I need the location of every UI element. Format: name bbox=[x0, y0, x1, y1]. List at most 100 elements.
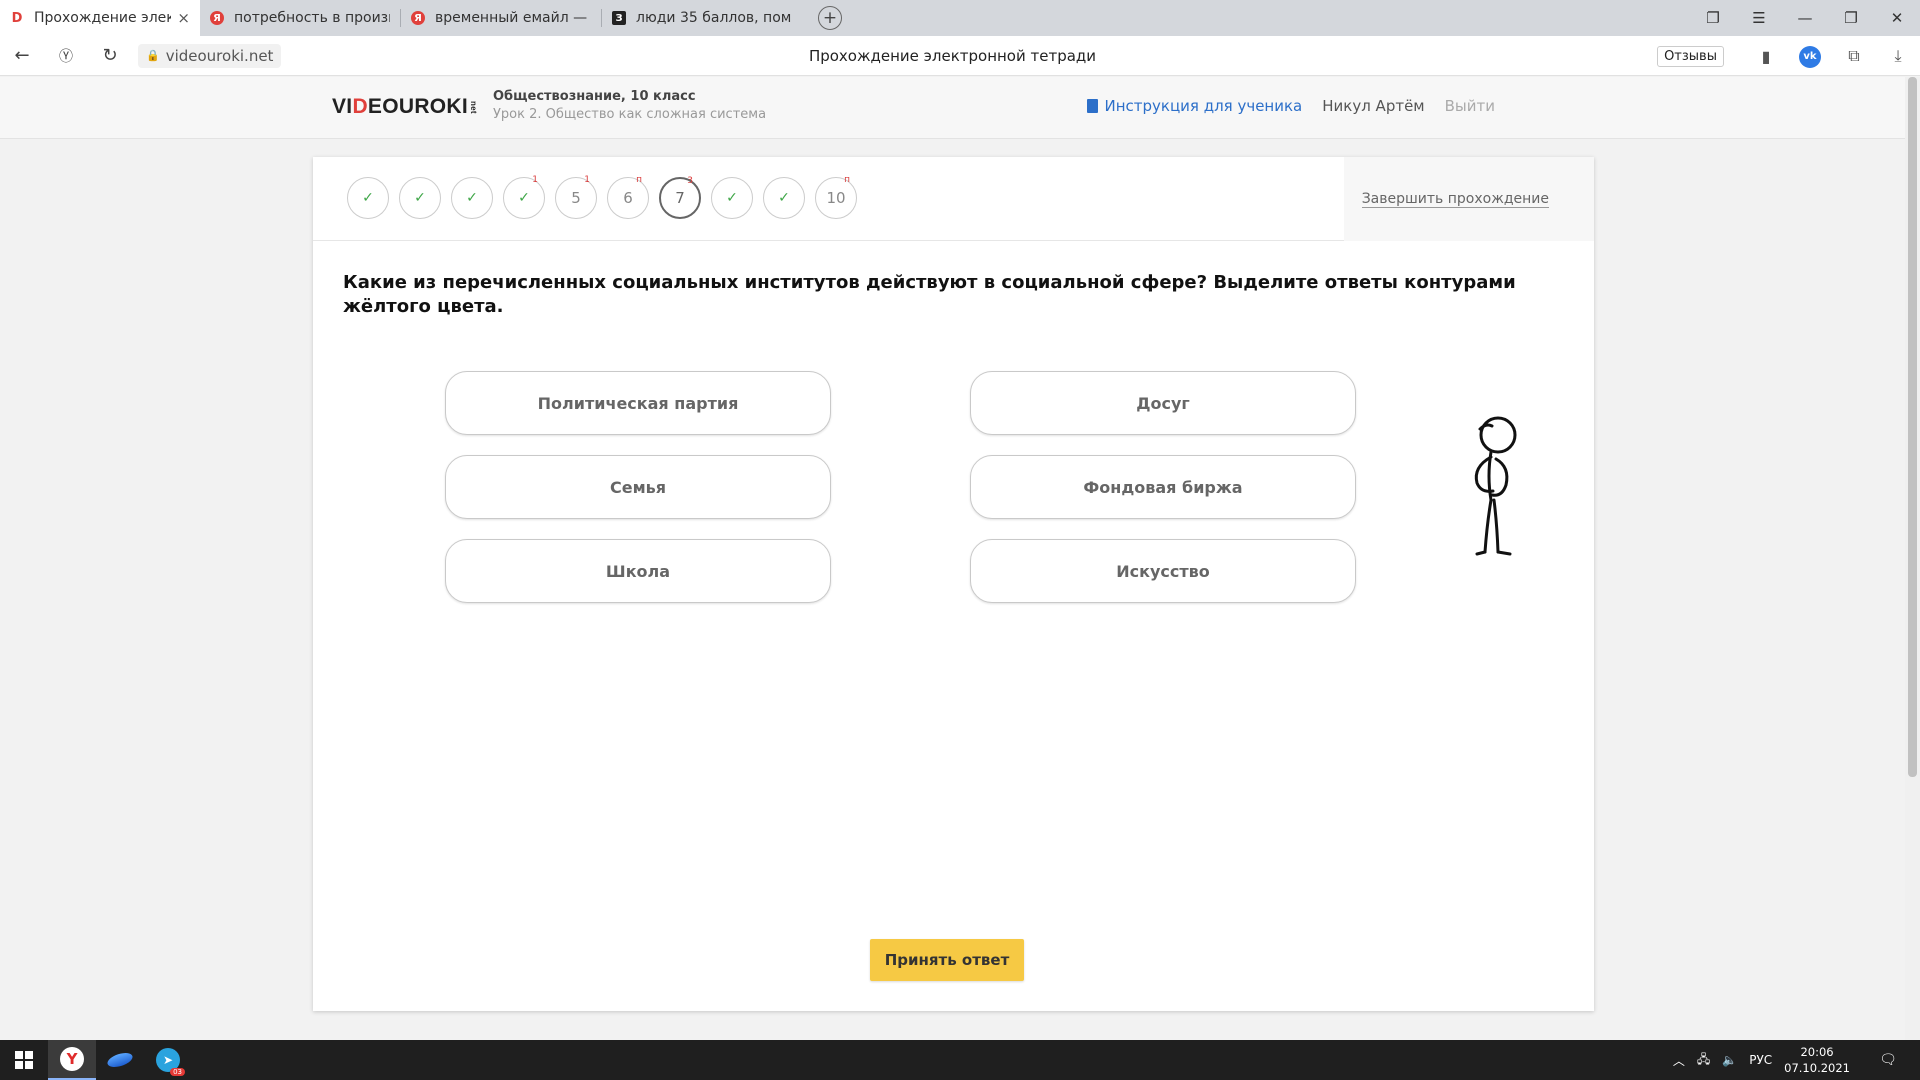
start-button[interactable] bbox=[0, 1040, 48, 1080]
progress-step[interactable]: ✓ 1 bbox=[503, 175, 545, 219]
app-icon bbox=[105, 1050, 135, 1070]
volume-icon[interactable]: 🔈 bbox=[1722, 1053, 1737, 1067]
restore-icon[interactable]: ❐ bbox=[1828, 9, 1874, 27]
lock-icon: 🔒 bbox=[146, 49, 160, 62]
step-attempt-badge: 1 bbox=[584, 175, 590, 185]
progress-step[interactable]: ✓ bbox=[347, 177, 389, 219]
notifications-icon[interactable]: 🗨 bbox=[1868, 1052, 1908, 1068]
reviews-button[interactable]: Отзывы bbox=[1657, 45, 1724, 67]
browser-tab-3[interactable]: З люди 35 баллов, помогит bbox=[602, 0, 802, 36]
check-icon: ✓ bbox=[414, 190, 426, 206]
browser-tab-1[interactable]: Я потребность в производс bbox=[200, 0, 400, 36]
extensions-icon[interactable]: ⧉ bbox=[1832, 46, 1876, 66]
close-window-icon[interactable]: ✕ bbox=[1874, 9, 1920, 27]
progress-step[interactable]: 73 bbox=[659, 176, 701, 219]
progress-step[interactable]: ✓ bbox=[763, 177, 805, 219]
tab-favicon-icon: Я bbox=[210, 11, 224, 25]
address-bar-actions: Отзывы ▮ vk ⧉ ⤓ bbox=[1657, 36, 1920, 76]
answer-option[interactable]: Искусство bbox=[970, 539, 1356, 603]
clock[interactable]: 20:06 07.10.2021 bbox=[1784, 1044, 1850, 1076]
network-icon[interactable]: 🖧 bbox=[1697, 1050, 1710, 1071]
course-info: Обществознание, 10 класс Урок 2. Обществ… bbox=[493, 89, 766, 122]
bookmark-icon[interactable]: ▮ bbox=[1744, 47, 1788, 66]
reload-icon[interactable]: ↻ bbox=[88, 45, 132, 66]
tab-title: люди 35 баллов, помогит bbox=[636, 10, 792, 26]
progress-step[interactable]: ✓ bbox=[711, 177, 753, 219]
finish-link[interactable]: Завершить прохождение bbox=[1361, 191, 1549, 208]
answer-option[interactable]: Школа bbox=[445, 539, 831, 603]
logo-part: D bbox=[352, 95, 368, 118]
tab-title: потребность в производс bbox=[234, 10, 390, 26]
yandex-browser-icon: Y bbox=[60, 1047, 84, 1071]
step-number: 10 bbox=[826, 189, 846, 207]
tray-chevron-icon[interactable]: ︿ bbox=[1673, 1052, 1685, 1069]
document-icon bbox=[1087, 99, 1099, 113]
yandex-icon[interactable]: Ⓨ bbox=[44, 46, 88, 66]
step-attempt-badge: 3 bbox=[687, 176, 693, 186]
collections-icon[interactable]: ❐ bbox=[1690, 9, 1736, 27]
thinking-stickman-icon bbox=[1474, 416, 1517, 556]
vk-icon-label: vk bbox=[1799, 45, 1821, 68]
tab-title: Прохождение электрон bbox=[34, 10, 172, 26]
page-scrollbar[interactable] bbox=[1905, 77, 1920, 1040]
browser-tab-2[interactable]: Я временный емайл — Янд bbox=[401, 0, 601, 36]
course-subject: Обществознание, 10 класс bbox=[493, 89, 696, 104]
logo-net: net bbox=[469, 101, 479, 114]
window-controls: ❐ ☰ — ❐ ✕ bbox=[1690, 0, 1920, 36]
download-icon[interactable]: ⤓ bbox=[1876, 46, 1920, 66]
check-icon: ✓ bbox=[726, 190, 738, 206]
header-actions: Инструкция для ученика Никул Артём Выйти bbox=[1087, 97, 1495, 115]
step-attempt-badge: 1 bbox=[532, 175, 538, 185]
progress-step[interactable]: 51 bbox=[555, 175, 597, 219]
url-field[interactable]: 🔒 videouroki.net bbox=[138, 43, 282, 68]
system-tray: ︿ 🖧 🔈 РУС 20:06 07.10.2021 🗨 bbox=[1673, 1040, 1920, 1080]
language-indicator[interactable]: РУС bbox=[1749, 1053, 1772, 1067]
menu-icon[interactable]: ☰ bbox=[1736, 9, 1782, 27]
browser-tab-0[interactable]: D Прохождение электрон × bbox=[0, 0, 200, 36]
tab-title: временный емайл — Янд bbox=[435, 10, 591, 26]
progress-step[interactable]: ✓ bbox=[399, 177, 441, 219]
progress-step[interactable]: ✓ bbox=[451, 177, 493, 219]
telegram-badge: 03 bbox=[170, 1068, 185, 1076]
finish-pane: Завершить прохождение bbox=[1344, 157, 1594, 241]
check-icon: ✓ bbox=[362, 190, 374, 206]
taskbar-telegram[interactable]: ➤ 03 bbox=[144, 1040, 192, 1080]
question-text: Какие из перечисленных социальных инстит… bbox=[343, 272, 1516, 317]
vk-icon[interactable]: vk bbox=[1788, 44, 1832, 68]
clock-time: 20:06 bbox=[1800, 1045, 1834, 1059]
telegram-icon: ➤ 03 bbox=[156, 1048, 185, 1076]
tab-close-icon[interactable]: × bbox=[177, 9, 190, 27]
windows-icon bbox=[15, 1051, 33, 1069]
url-text: videouroki.net bbox=[165, 46, 274, 65]
check-icon: ✓ bbox=[518, 190, 530, 206]
taskbar-app-2[interactable] bbox=[96, 1040, 144, 1080]
answer-option[interactable]: Досуг bbox=[970, 371, 1356, 435]
tab-favicon-icon: Я bbox=[411, 11, 425, 25]
new-tab-button[interactable]: + bbox=[818, 6, 842, 30]
step-attempt-badge: п bbox=[636, 175, 642, 185]
scrollbar-thumb[interactable] bbox=[1908, 77, 1917, 777]
answer-option[interactable]: Фондовая биржа bbox=[970, 455, 1356, 519]
windows-taskbar: Y ➤ 03 ︿ 🖧 🔈 РУС 20:06 07.10.2021 🗨 bbox=[0, 1040, 1920, 1080]
check-icon: ✓ bbox=[466, 190, 478, 206]
site-logo[interactable]: VIDEOUROKInet bbox=[332, 95, 478, 119]
tab-favicon-icon: D bbox=[10, 10, 24, 26]
logo-part: EOUROKI bbox=[367, 95, 469, 118]
site-header: VIDEOUROKInet Обществознание, 10 класс У… bbox=[0, 77, 1905, 139]
progress-step[interactable]: 6п bbox=[607, 175, 649, 219]
logout-link[interactable]: Выйти bbox=[1445, 97, 1495, 115]
step-number: 6 bbox=[623, 189, 633, 207]
submit-answer-button[interactable]: Принять ответ bbox=[870, 939, 1024, 981]
back-arrow-icon[interactable]: ← bbox=[0, 45, 44, 66]
user-name[interactable]: Никул Артём bbox=[1322, 97, 1424, 115]
step-attempt-badge: п bbox=[844, 175, 850, 185]
instructions-link[interactable]: Инструкция для ученика bbox=[1087, 97, 1302, 115]
address-bar: ← Ⓨ ↻ 🔒 videouroki.net Прохождение элект… bbox=[0, 36, 1920, 76]
answer-option[interactable]: Политическая партия bbox=[445, 371, 831, 435]
minimize-icon[interactable]: — bbox=[1782, 9, 1828, 27]
answer-option[interactable]: Семья bbox=[445, 455, 831, 519]
taskbar-yandex-browser[interactable]: Y bbox=[48, 1040, 96, 1080]
progress-step[interactable]: 10 п bbox=[815, 175, 857, 219]
page-title: Прохождение электронной тетради bbox=[808, 46, 1097, 65]
step-number: 5 bbox=[571, 189, 581, 207]
